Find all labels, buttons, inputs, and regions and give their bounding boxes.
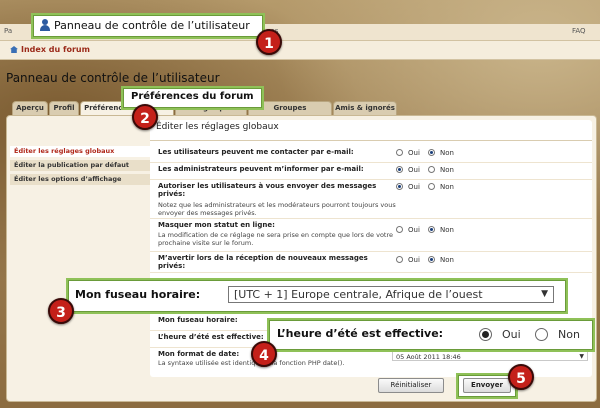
settings-heading: Éditer les réglages globaux [156, 122, 279, 132]
forum-index-link[interactable]: Index du forum [10, 45, 90, 54]
radio-oui-label: Oui [408, 226, 420, 234]
tab-apercu[interactable]: Aperçu [12, 101, 48, 115]
chevron-down-icon: ▼ [541, 289, 548, 299]
badge-5: 5 [508, 364, 534, 390]
nav-edit-post[interactable]: Éditer la publication par défaut [10, 160, 150, 171]
dst-non-label: Non [558, 328, 580, 341]
timezone-select[interactable]: [UTC + 1] Europe centrale, Afrique de l’… [228, 286, 554, 303]
callout-ucp-title-text: Panneau de contrôle de l’utilisateur [39, 19, 250, 32]
badge-3: 3 [48, 298, 74, 324]
setting-label: Autoriser les utilisateurs à vous envoye… [158, 182, 377, 198]
callout-ucp-title-label: Panneau de contrôle de l’utilisateur [54, 19, 250, 32]
radio-non-label: Non [440, 149, 454, 157]
radio-non[interactable] [428, 149, 435, 156]
radio-non[interactable] [428, 183, 435, 190]
radio-oui-label: Oui [408, 166, 420, 174]
radio-non-label: Non [440, 256, 454, 264]
badge-1: 1 [256, 29, 282, 55]
radio-non[interactable] [428, 256, 435, 263]
setting-row-pm: Autoriser les utilisateurs à vous envoye… [150, 180, 592, 219]
chevron-down-icon: ▼ [579, 353, 584, 360]
tab-profil[interactable]: Profil [49, 101, 79, 115]
radio-non-label: Non [440, 183, 454, 191]
faq-link[interactable]: FAQ [572, 27, 586, 35]
nav-edit-display[interactable]: Éditer les options d’affichage [10, 174, 150, 185]
radio-non-label: Non [440, 226, 454, 234]
setting-row-email: Les utilisateurs peuvent me contacter pa… [150, 146, 592, 163]
radio-oui[interactable] [396, 226, 403, 233]
radio-oui-label: Oui [408, 149, 420, 157]
setting-row-hide-online: Masquer mon statut en ligne: La modifica… [150, 219, 592, 252]
topbar-left-link[interactable]: Pa [4, 27, 12, 35]
setting-explain: Notez que les administrateurs et les mod… [158, 201, 396, 217]
radio-oui-label: Oui [408, 256, 420, 264]
dateformat-value: 05 Août 2011 18:46 [396, 353, 461, 361]
setting-label: Les utilisateurs peuvent me contacter pa… [158, 148, 354, 156]
reset-button[interactable]: Réinitialiser [378, 378, 444, 393]
submit-button[interactable]: Envoyer [463, 378, 511, 393]
radio-non[interactable] [428, 226, 435, 233]
setting-label: Les administrateurs peuvent m’informer p… [158, 165, 364, 173]
callout-dst: L’heure d’été est effective: Oui Non [267, 318, 595, 352]
nav-edit-global[interactable]: Éditer les réglages globaux [10, 146, 150, 157]
setting-row-notify-pm: M’avertir lors de la réception de nouvea… [150, 252, 592, 273]
badge-4: 4 [251, 341, 277, 367]
radio-non[interactable] [428, 166, 435, 173]
setting-label: M’avertir lors de la réception de nouvea… [158, 254, 368, 270]
dateformat-select[interactable]: 05 Août 2011 18:46 ▼ [392, 351, 588, 361]
tab-amis-ignores[interactable]: Amis & ignorés [333, 101, 397, 115]
dateformat-explain: La syntaxe utilisée est identique à la f… [158, 359, 345, 367]
user-icon [39, 19, 51, 31]
dst-radio-oui[interactable] [479, 328, 492, 341]
setting-label: Masquer mon statut en ligne: [158, 221, 275, 229]
radio-non-label: Non [440, 166, 454, 174]
page-title: Panneau de contrôle de l’utilisateur [6, 71, 220, 85]
dst-radio-non[interactable] [535, 328, 548, 341]
callout-timezone-label: Mon fuseau horaire: [75, 288, 201, 301]
setting-row-admin-email: Les administrateurs peuvent m’informer p… [150, 163, 592, 180]
radio-oui[interactable] [396, 183, 403, 190]
timezone-value: [UTC + 1] Europe centrale, Afrique de l’… [234, 288, 483, 301]
callout-dst-label: L’heure d’été est effective: [277, 327, 444, 340]
radio-oui[interactable] [396, 166, 403, 173]
heading-divider [150, 140, 592, 141]
ucp-sidenav: Éditer les réglages globaux Éditer la pu… [10, 146, 150, 188]
radio-oui[interactable] [396, 256, 403, 263]
forum-index-label: Index du forum [21, 45, 90, 54]
setting-explain: La modification de ce réglage ne sera pr… [158, 231, 394, 247]
callout-ucp-title: Panneau de contrôle de l’utilisateur [31, 13, 265, 39]
radio-oui[interactable] [396, 149, 403, 156]
dst-oui-label: Oui [502, 328, 521, 341]
home-icon [10, 46, 18, 53]
badge-2: 2 [132, 104, 158, 130]
callout-timezone: Mon fuseau horaire: [UTC + 1] Europe cen… [66, 278, 568, 314]
callout-prefs-tab-label[interactable]: Préférences du forum [131, 91, 254, 102]
radio-oui-label: Oui [408, 183, 420, 191]
forum-breadcrumb: Index du forum [0, 41, 600, 60]
